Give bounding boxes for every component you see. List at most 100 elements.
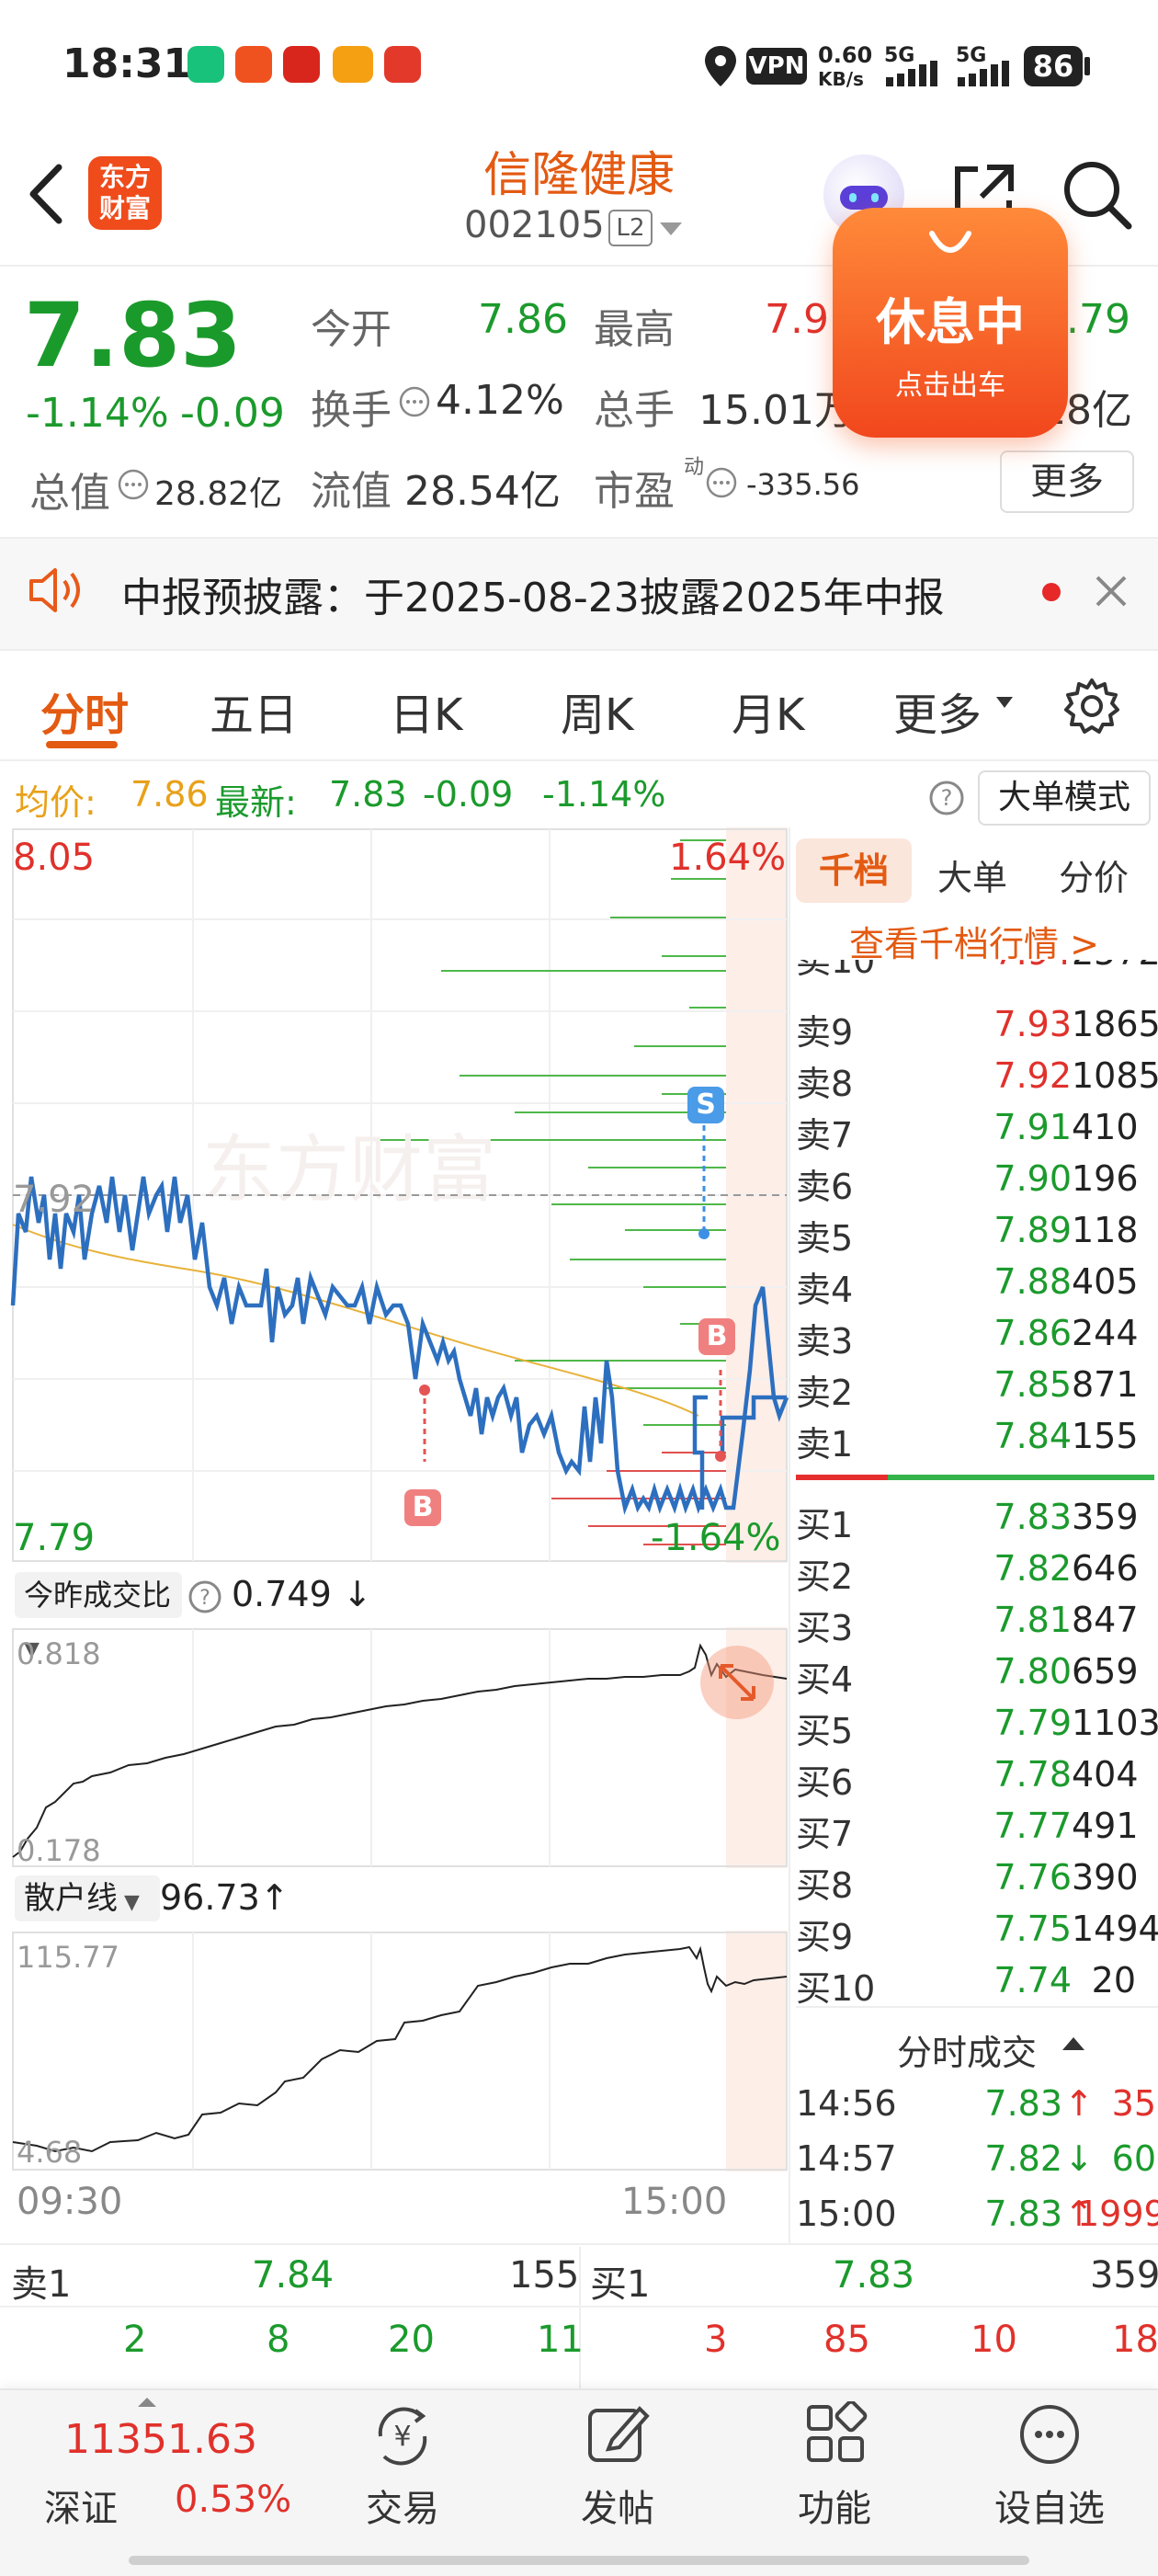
svg-text:¥: ¥ xyxy=(393,2421,411,2453)
ask-row[interactable]: 卖8 7.92 1085 xyxy=(796,1055,1158,1107)
trade-row: 14:56 7.83 ↑ 35 xyxy=(796,2083,1158,2135)
bid-row[interactable]: 买10 7.74 20 xyxy=(796,1960,1158,2012)
more-button[interactable]: 更多 xyxy=(1000,450,1134,513)
index-value[interactable]: 11351.63 xyxy=(64,2416,257,2463)
sell-marker[interactable]: S xyxy=(687,1087,724,1123)
level2-badge[interactable]: L2 xyxy=(608,210,653,246)
bid-row[interactable]: 买7 7.77 491 xyxy=(796,1806,1158,1857)
bid-row[interactable]: 买6 7.78 404 xyxy=(796,1754,1158,1806)
ask-queue-item: 11 xyxy=(537,2319,584,2361)
ask-label: 卖10 xyxy=(796,960,876,981)
tab-daily-k[interactable]: 日K xyxy=(390,678,462,743)
info-dots-icon[interactable] xyxy=(399,386,430,417)
y-axis-min-pct: -1.64% xyxy=(651,1517,781,1559)
ask-price: 7.89 xyxy=(993,1210,1072,1250)
bid-row[interactable]: 买3 7.81 847 xyxy=(796,1600,1158,1651)
buy-marker[interactable]: B xyxy=(404,1489,441,1526)
expand-chart-button[interactable] xyxy=(700,1646,774,1719)
trade-icon[interactable]: ¥ xyxy=(368,2403,437,2469)
notice-text[interactable]: 中报预披露：于2025-08-23披露2025年中报 xyxy=(121,564,945,623)
settings-gear-icon[interactable] xyxy=(1062,677,1121,735)
ask-price: 7.88 xyxy=(993,1261,1072,1302)
avg-value: 7.86 xyxy=(131,774,209,815)
bid-row[interactable]: 买2 7.82 646 xyxy=(796,1548,1158,1600)
ask-label: 卖5 xyxy=(796,1218,854,1259)
price-chart[interactable]: 东方财富 xyxy=(0,827,790,1563)
tab-weekly-k[interactable]: 周K xyxy=(561,678,633,743)
ask-row[interactable]: 卖5 7.89 118 xyxy=(796,1210,1158,1261)
pe-value: -335.56 xyxy=(746,467,860,502)
help-icon[interactable]: ? xyxy=(928,780,965,816)
ask-row[interactable]: 卖9 7.93 1865 xyxy=(796,1004,1158,1055)
ask-row[interactable]: 卖4 7.88 405 xyxy=(796,1261,1158,1313)
break-time-badge[interactable]: 休息中 点击出车 xyxy=(833,208,1068,438)
tab-price-dist[interactable]: 分价 xyxy=(1059,849,1129,900)
tab-monthly-k[interactable]: 月K xyxy=(732,678,804,743)
latest-label: 最新: xyxy=(215,782,297,823)
nav-functions[interactable]: 功能 xyxy=(743,2479,926,2532)
trade-time: 14:56 xyxy=(796,2083,897,2124)
search-icon[interactable] xyxy=(1061,158,1132,232)
ask-price: 7.91 xyxy=(993,1107,1072,1147)
expand-up-icon[interactable] xyxy=(136,2396,158,2409)
ask-row[interactable]: 卖1 7.84 155 xyxy=(796,1416,1158,1467)
bid-row[interactable]: 买1 7.83 359 xyxy=(796,1497,1158,1548)
bid-label: 买8 xyxy=(796,1865,854,1906)
pe-label: 市盈 xyxy=(594,468,675,515)
close-icon[interactable] xyxy=(1094,574,1129,609)
app-logo[interactable]: 东方 财富 xyxy=(88,156,162,230)
ask-price: 7.86 xyxy=(993,1313,1072,1353)
ask-row[interactable]: 卖6 7.90 196 xyxy=(796,1158,1158,1210)
dropdown-arrow-icon[interactable] xyxy=(658,221,684,237)
float-value: 28.54亿 xyxy=(404,468,561,515)
ask-row[interactable]: 卖7 7.91 410 xyxy=(796,1107,1158,1158)
trade-row: 14:57 7.82 ↓ 60 xyxy=(796,2138,1158,2190)
tab-intraday[interactable]: 分时 xyxy=(40,678,129,743)
nav-add-watchlist[interactable]: 设自选 xyxy=(958,2479,1141,2532)
bid-row[interactable]: 买4 7.80 659 xyxy=(796,1651,1158,1703)
nav-trade[interactable]: 交易 xyxy=(311,2479,494,2532)
info-dots-icon[interactable] xyxy=(706,467,737,498)
ask-volume: 1865 xyxy=(1072,1004,1158,1044)
tab-five-day[interactable]: 五日 xyxy=(210,678,298,743)
add-watchlist-icon[interactable] xyxy=(1016,2401,1083,2468)
full-book-link[interactable]: 查看千档行情 > xyxy=(849,916,1099,966)
status-time: 18:31 xyxy=(62,40,192,87)
ask-queue-item: 2 xyxy=(123,2319,147,2361)
info-dots-icon[interactable] xyxy=(118,469,149,500)
nav-post[interactable]: 发帖 xyxy=(526,2479,710,2532)
tab-big-orders[interactable]: 大单 xyxy=(937,849,1007,900)
buy-marker[interactable]: B xyxy=(698,1318,735,1355)
tab-more[interactable]: 更多 xyxy=(893,678,982,743)
help-icon[interactable]: ? xyxy=(187,1579,222,1614)
index-name[interactable]: 深证 xyxy=(44,2479,118,2532)
ask-queue-item: 20 xyxy=(388,2319,435,2361)
turnover-label: 换手 xyxy=(311,387,392,434)
bid-row[interactable]: 买5 7.79 1103 xyxy=(796,1703,1158,1754)
functions-icon[interactable] xyxy=(803,2401,869,2468)
index-change[interactable]: 0.53% xyxy=(175,2479,291,2521)
big-order-mode-button[interactable]: 大单模式 xyxy=(978,770,1151,826)
home-indicator[interactable] xyxy=(129,2556,1029,2565)
change-value: -0.09 xyxy=(180,390,285,437)
app-notification-icon xyxy=(283,46,320,83)
trades-title[interactable]: 分时成交 xyxy=(897,2024,1037,2075)
bid-row[interactable]: 买9 7.75 1494 xyxy=(796,1909,1158,1960)
expand-icon xyxy=(719,1664,755,1701)
ask-row[interactable]: 卖107.942572 xyxy=(796,960,1158,982)
bid-price: 7.83 xyxy=(993,1497,1072,1537)
bq-ask-price: 7.84 xyxy=(252,2254,335,2297)
latest-change: -0.09 xyxy=(423,774,514,815)
ratio-indicator-select[interactable]: 今昨成交比 ▼ xyxy=(15,1572,182,1661)
post-icon[interactable] xyxy=(585,2401,651,2468)
ask-label: 卖7 xyxy=(796,1115,854,1156)
tab-level-book[interactable]: 千档 xyxy=(796,838,912,903)
ask-row[interactable]: 卖2 7.85 871 xyxy=(796,1364,1158,1416)
back-arrow-icon[interactable] xyxy=(26,164,66,224)
retail-indicator-select[interactable]: 散户线 ▼ xyxy=(15,1875,160,1921)
collapse-arrow-icon[interactable] xyxy=(1061,2034,1086,2052)
bid-row[interactable]: 买8 7.76 390 xyxy=(796,1857,1158,1909)
volume-label: 总手 xyxy=(594,387,675,434)
ask-row[interactable]: 卖3 7.86 244 xyxy=(796,1313,1158,1364)
bid-label: 买1 xyxy=(796,1505,854,1545)
